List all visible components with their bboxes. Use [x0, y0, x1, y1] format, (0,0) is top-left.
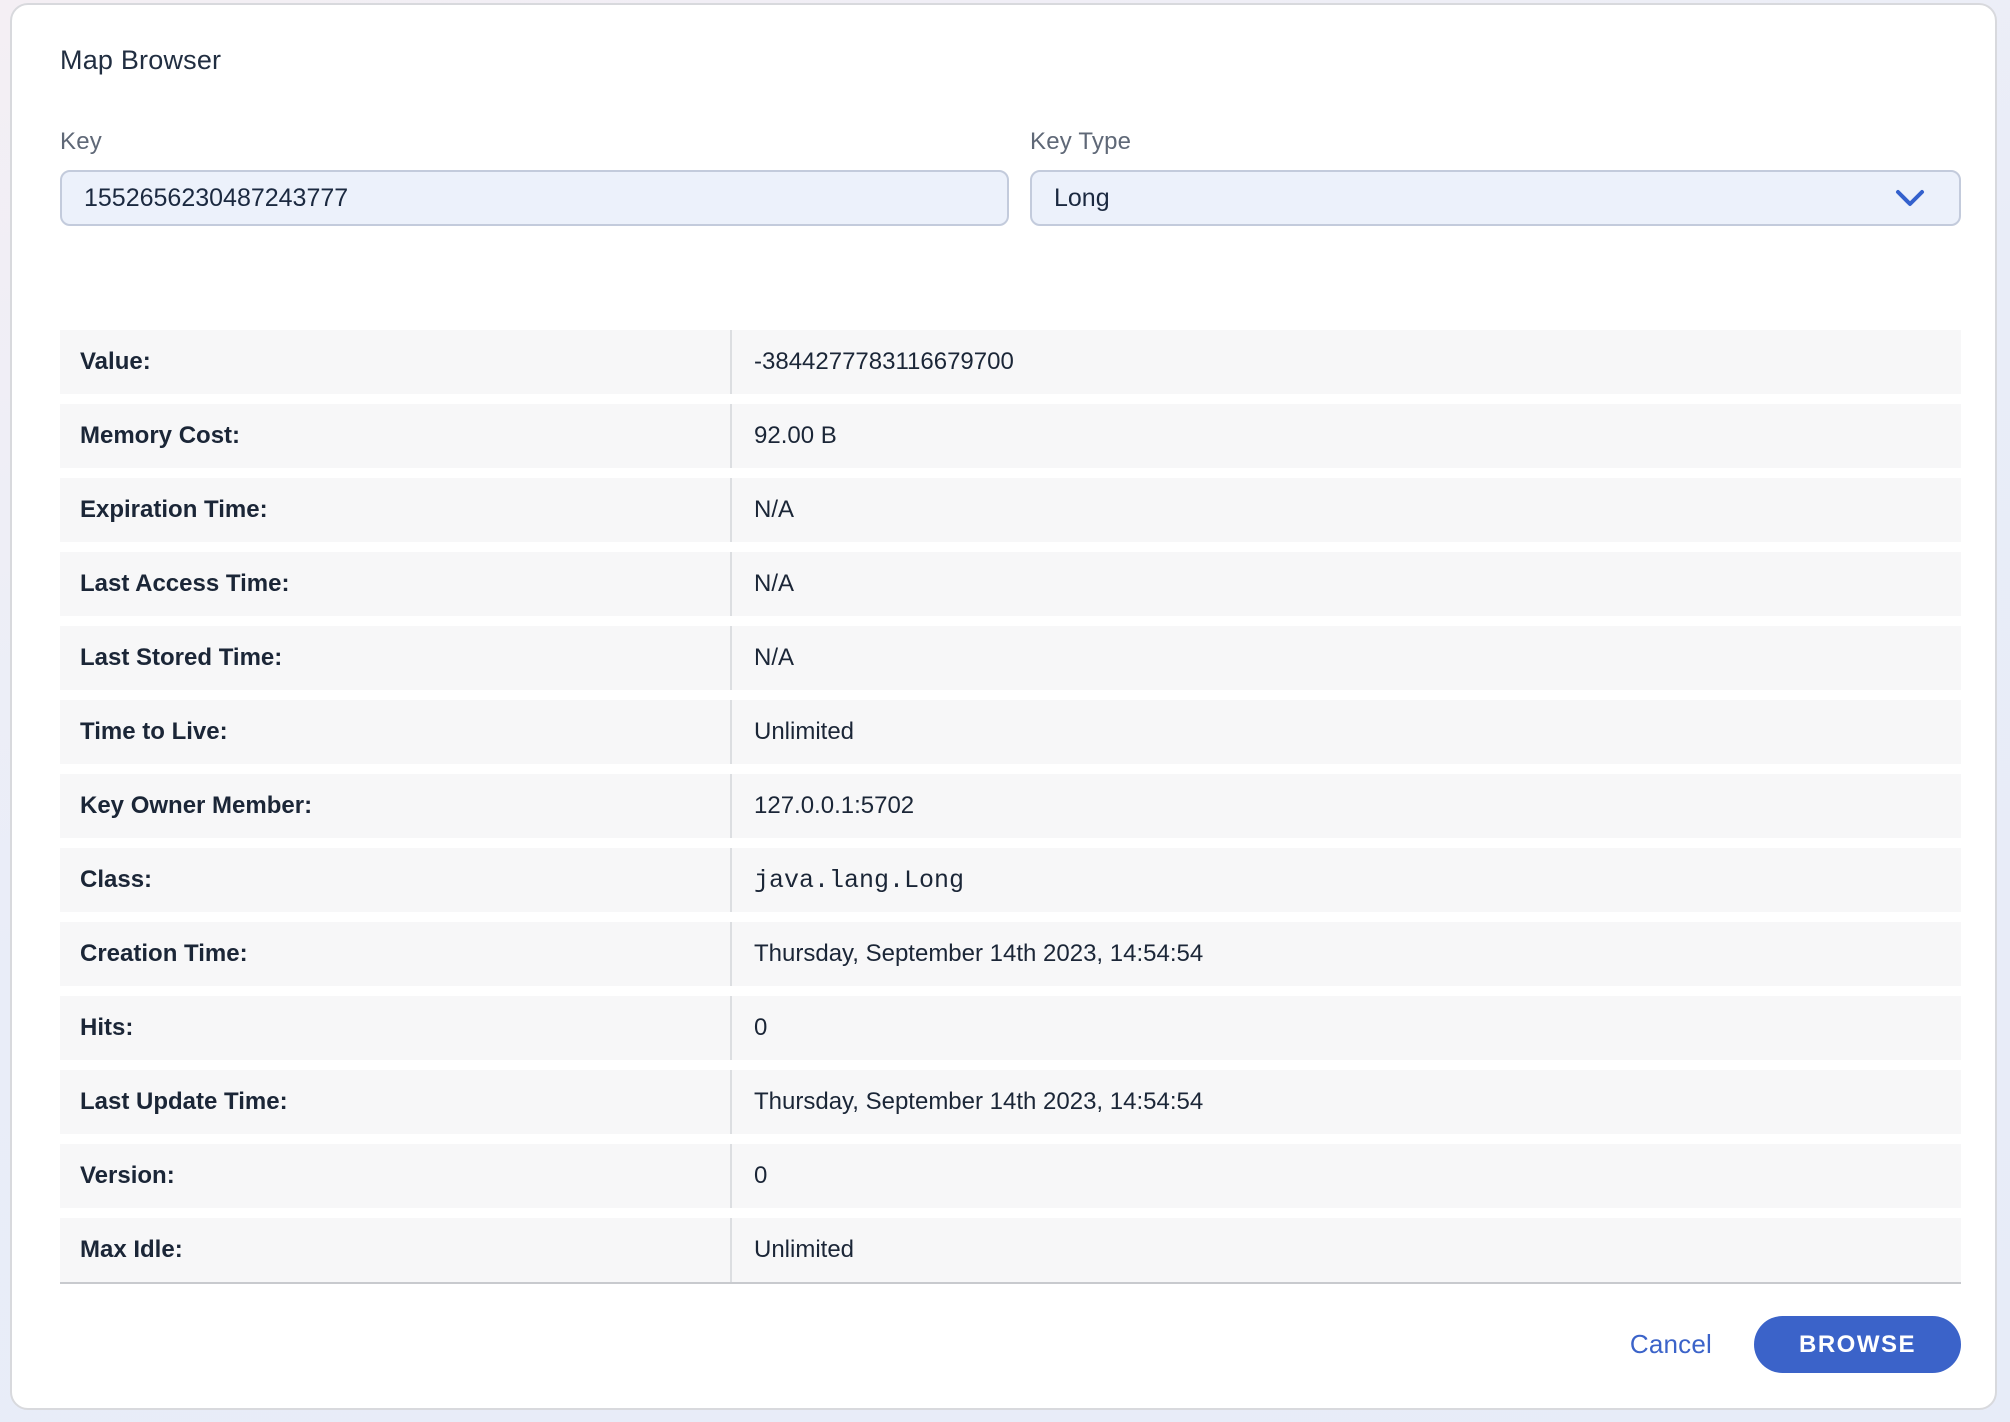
key-type-select[interactable]: Long	[1030, 170, 1961, 226]
table-row: Value: -3844277783116679700	[60, 330, 1961, 394]
table-row: Last Stored Time: N/A	[60, 626, 1961, 690]
key-type-label: Key Type	[1030, 128, 1961, 156]
row-label: Time to Live:	[60, 700, 730, 764]
row-label: Memory Cost:	[60, 404, 730, 468]
row-value: java.lang.Long	[730, 848, 1961, 912]
row-label: Expiration Time:	[60, 478, 730, 542]
row-label: Last Stored Time:	[60, 626, 730, 690]
key-field-group: Key	[60, 128, 1009, 226]
browse-button[interactable]: BROWSE	[1754, 1316, 1961, 1373]
table-row: Last Update Time: Thursday, September 14…	[60, 1070, 1961, 1134]
key-label: Key	[60, 128, 1009, 156]
key-input[interactable]	[60, 170, 1009, 226]
row-label: Last Access Time:	[60, 552, 730, 616]
row-value: Thursday, September 14th 2023, 14:54:54	[730, 1070, 1961, 1134]
row-label: Last Update Time:	[60, 1070, 730, 1134]
table-row: Version: 0	[60, 1144, 1961, 1208]
row-value: Unlimited	[730, 1218, 1961, 1282]
table-row: Expiration Time: N/A	[60, 478, 1961, 542]
table-row: Max Idle: Unlimited	[60, 1218, 1961, 1282]
row-label: Value:	[60, 330, 730, 394]
row-label: Max Idle:	[60, 1218, 730, 1282]
table-row: Creation Time: Thursday, September 14th …	[60, 922, 1961, 986]
row-value: Thursday, September 14th 2023, 14:54:54	[730, 922, 1961, 986]
chevron-down-icon	[1895, 188, 1925, 208]
table-row: Time to Live: Unlimited	[60, 700, 1961, 764]
table-row: Key Owner Member: 127.0.0.1:5702	[60, 774, 1961, 838]
dialog-title: Map Browser	[60, 45, 1961, 76]
row-label: Creation Time:	[60, 922, 730, 986]
table-row: Class: java.lang.Long	[60, 848, 1961, 912]
map-browser-dialog: Map Browser Key Key Type Long Value: -38…	[10, 3, 1997, 1410]
table-row: Last Access Time: N/A	[60, 552, 1961, 616]
row-value: -3844277783116679700	[730, 330, 1961, 394]
row-label: Class:	[60, 848, 730, 912]
row-value: Unlimited	[730, 700, 1961, 764]
row-value: N/A	[730, 552, 1961, 616]
row-label: Hits:	[60, 996, 730, 1060]
row-label: Key Owner Member:	[60, 774, 730, 838]
key-form: Key Key Type Long	[60, 128, 1961, 226]
row-value: 0	[730, 996, 1961, 1060]
row-label: Version:	[60, 1144, 730, 1208]
row-value: N/A	[730, 478, 1961, 542]
row-value: N/A	[730, 626, 1961, 690]
details-table: Value: -3844277783116679700 Memory Cost:…	[60, 330, 1961, 1284]
row-value: 127.0.0.1:5702	[730, 774, 1961, 838]
key-type-field-group: Key Type Long	[1030, 128, 1961, 226]
table-row: Memory Cost: 92.00 B	[60, 404, 1961, 468]
row-value: 0	[730, 1144, 1961, 1208]
dialog-footer: Cancel BROWSE	[48, 1316, 1961, 1373]
key-type-selected-value: Long	[1054, 184, 1110, 213]
row-value: 92.00 B	[730, 404, 1961, 468]
table-row: Hits: 0	[60, 996, 1961, 1060]
cancel-button[interactable]: Cancel	[1630, 1329, 1712, 1360]
